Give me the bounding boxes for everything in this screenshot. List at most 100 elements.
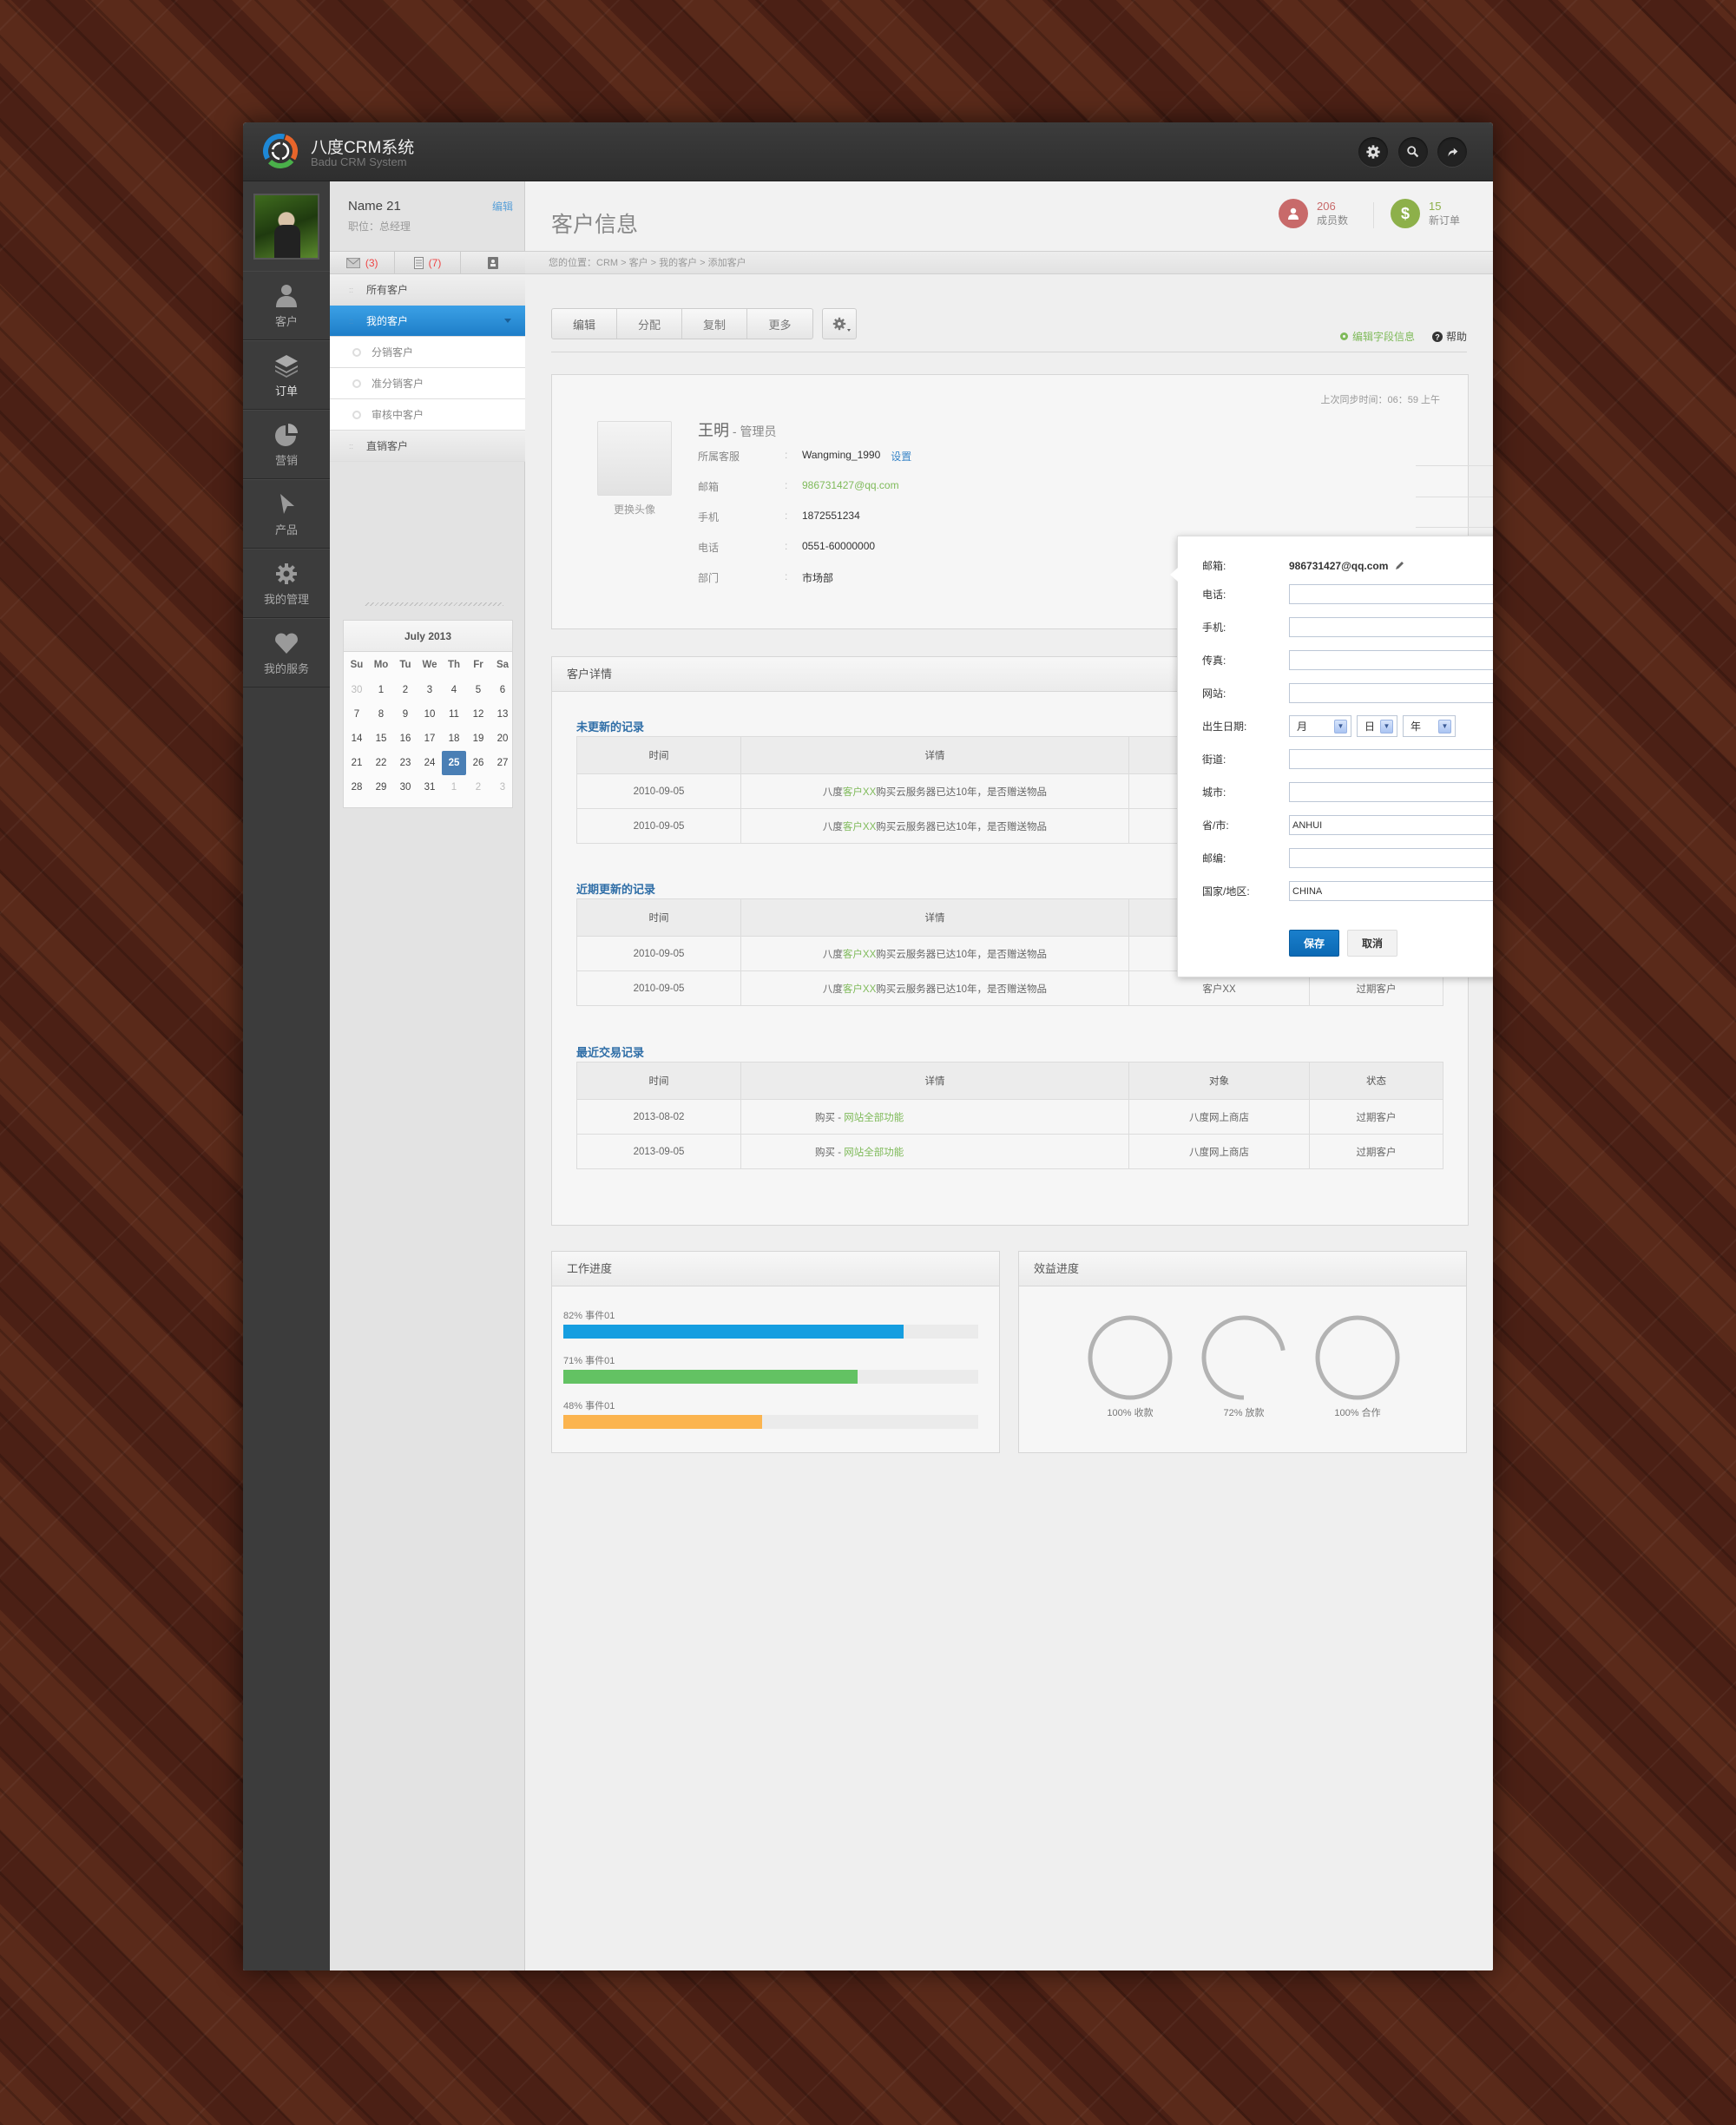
calendar-day[interactable]: 12 bbox=[466, 702, 490, 727]
calendar-day[interactable]: 28 bbox=[345, 775, 369, 799]
menu-item[interactable]: 分销客户 bbox=[330, 337, 525, 368]
calendar-day[interactable]: 13 bbox=[490, 702, 515, 727]
popup-input[interactable] bbox=[1289, 749, 1493, 769]
calendar-day[interactable]: 14 bbox=[345, 727, 369, 751]
settings-dropdown-button[interactable] bbox=[822, 308, 857, 339]
copy-button[interactable]: 复制 bbox=[682, 309, 747, 339]
save-button[interactable]: 保存 bbox=[1289, 930, 1339, 957]
popup-input[interactable] bbox=[1289, 782, 1493, 802]
calendar-day-selected[interactable]: 25 bbox=[442, 751, 466, 775]
stat-members[interactable]: 206 成员数 bbox=[1279, 199, 1348, 228]
nav-item-marketing[interactable]: 营销 bbox=[243, 410, 330, 479]
month-select[interactable]: 月 ▼ bbox=[1289, 715, 1351, 737]
documents-button[interactable]: (7) bbox=[395, 252, 461, 273]
calendar-day[interactable]: 3 bbox=[418, 678, 442, 702]
cell-time: 2010-09-05 bbox=[576, 808, 741, 844]
calendar-day[interactable]: 31 bbox=[418, 775, 442, 799]
calendar-day[interactable]: 5 bbox=[466, 678, 490, 702]
messages-button[interactable]: (3) bbox=[330, 252, 396, 273]
popup-input[interactable] bbox=[1289, 881, 1493, 901]
detail-link[interactable]: 网站全部功能 bbox=[844, 1148, 904, 1158]
assign-button[interactable]: 分配 bbox=[617, 309, 682, 339]
popup-input[interactable] bbox=[1289, 815, 1493, 835]
detail-link[interactable]: 客户XX bbox=[843, 822, 876, 832]
avatar[interactable] bbox=[253, 194, 319, 260]
ring-progress: 100% 收款 bbox=[1085, 1312, 1175, 1419]
calendar-day[interactable]: 30 bbox=[345, 678, 369, 702]
profile-role: 职位：总经理 bbox=[348, 220, 411, 233]
calendar-day[interactable]: 7 bbox=[345, 702, 369, 727]
calendar-day[interactable]: 17 bbox=[418, 727, 442, 751]
change-photo-link[interactable]: 更换头像 bbox=[597, 502, 672, 516]
calendar-day[interactable]: 6 bbox=[490, 678, 515, 702]
calendar-day[interactable]: 4 bbox=[442, 678, 466, 702]
detail-link[interactable]: 客户XX bbox=[843, 984, 876, 995]
stat-orders[interactable]: $ 15 新订单 bbox=[1391, 199, 1460, 228]
menu-item[interactable]: :: 直销客户 bbox=[330, 431, 525, 462]
calendar-day[interactable]: 23 bbox=[393, 751, 418, 775]
cancel-button[interactable]: 取消 bbox=[1347, 930, 1397, 957]
calendar-day[interactable]: 20 bbox=[490, 727, 515, 751]
calendar-day[interactable]: 9 bbox=[393, 702, 418, 727]
popup-input[interactable] bbox=[1289, 848, 1493, 868]
calendar-day[interactable]: 24 bbox=[418, 751, 442, 775]
calendar-day[interactable]: 2 bbox=[393, 678, 418, 702]
detail-text: 八度 bbox=[822, 821, 843, 832]
more-button[interactable]: 更多 bbox=[747, 309, 812, 339]
calendar-day[interactable]: 8 bbox=[369, 702, 393, 727]
document-icon bbox=[413, 256, 424, 269]
calendar-day[interactable]: 1 bbox=[369, 678, 393, 702]
set-link[interactable]: 设置 bbox=[891, 449, 911, 464]
calendar-day[interactable]: 3 bbox=[490, 775, 515, 799]
day-select[interactable]: 日 ▼ bbox=[1357, 715, 1397, 737]
column-header: 时间 bbox=[576, 1062, 741, 1100]
menu-item[interactable]: 审核中客户 bbox=[330, 399, 525, 431]
popup-input[interactable] bbox=[1289, 683, 1493, 703]
nav-item-products[interactable]: 产品 bbox=[243, 479, 330, 549]
detail-link[interactable]: 客户XX bbox=[843, 950, 876, 960]
calendar-day[interactable]: 30 bbox=[393, 775, 418, 799]
customer-menu: :: 所有客户:: 我的客户 分销客户 准分销客户 审核中客户:: 直销客户 bbox=[330, 274, 525, 462]
calendar-day[interactable]: 15 bbox=[369, 727, 393, 751]
menu-item[interactable]: :: 所有客户 bbox=[330, 274, 525, 306]
progress-track bbox=[563, 1415, 978, 1429]
calendar-day[interactable]: 2 bbox=[466, 775, 490, 799]
customer-photo[interactable] bbox=[597, 421, 672, 496]
settings-button[interactable] bbox=[1358, 137, 1388, 167]
doc-count: (7) bbox=[428, 256, 442, 269]
pencil-icon[interactable] bbox=[1395, 561, 1404, 570]
nav-item-services[interactable]: 我的服务 bbox=[243, 618, 330, 688]
menu-item[interactable]: :: 我的客户 bbox=[330, 306, 525, 337]
search-button[interactable] bbox=[1398, 137, 1428, 167]
popup-input[interactable] bbox=[1289, 650, 1493, 670]
calendar-day[interactable]: 27 bbox=[490, 751, 515, 775]
help-link[interactable]: ? 帮助 bbox=[1431, 329, 1467, 344]
calendar-day[interactable]: 11 bbox=[442, 702, 466, 727]
nav-item-orders[interactable]: 订单 bbox=[243, 340, 330, 410]
field-value[interactable]: 986731427@qq.com bbox=[802, 479, 899, 494]
calendar-day[interactable]: 1 bbox=[442, 775, 466, 799]
calendar-day[interactable]: 19 bbox=[466, 727, 490, 751]
nav-item-customers[interactable]: 客户 bbox=[243, 271, 330, 340]
contacts-button[interactable] bbox=[461, 252, 525, 273]
calendar-day[interactable]: 29 bbox=[369, 775, 393, 799]
menu-item[interactable]: 准分销客户 bbox=[330, 368, 525, 399]
calendar-day[interactable]: 18 bbox=[442, 727, 466, 751]
popup-input[interactable] bbox=[1289, 617, 1493, 637]
edit-profile-link[interactable]: 编辑 bbox=[492, 199, 513, 214]
detail-text: 八度 bbox=[822, 949, 843, 960]
edit-button[interactable]: 编辑 bbox=[552, 309, 617, 339]
detail-link[interactable]: 客户XX bbox=[843, 787, 876, 798]
year-select[interactable]: 年 ▼ bbox=[1403, 715, 1456, 737]
share-button[interactable] bbox=[1437, 137, 1467, 167]
calendar-day[interactable]: 26 bbox=[466, 751, 490, 775]
calendar-day[interactable]: 22 bbox=[369, 751, 393, 775]
customer-field-row: 手机: 1872551234 bbox=[698, 510, 860, 524]
calendar-day[interactable]: 10 bbox=[418, 702, 442, 727]
popup-input[interactable] bbox=[1289, 584, 1493, 604]
calendar-day[interactable]: 16 bbox=[393, 727, 418, 751]
nav-item-management[interactable]: 我的管理 bbox=[243, 549, 330, 618]
edit-fields-link[interactable]: 编辑字段信息 bbox=[1339, 329, 1415, 344]
detail-link[interactable]: 网站全部功能 bbox=[844, 1113, 904, 1123]
calendar-day[interactable]: 21 bbox=[345, 751, 369, 775]
